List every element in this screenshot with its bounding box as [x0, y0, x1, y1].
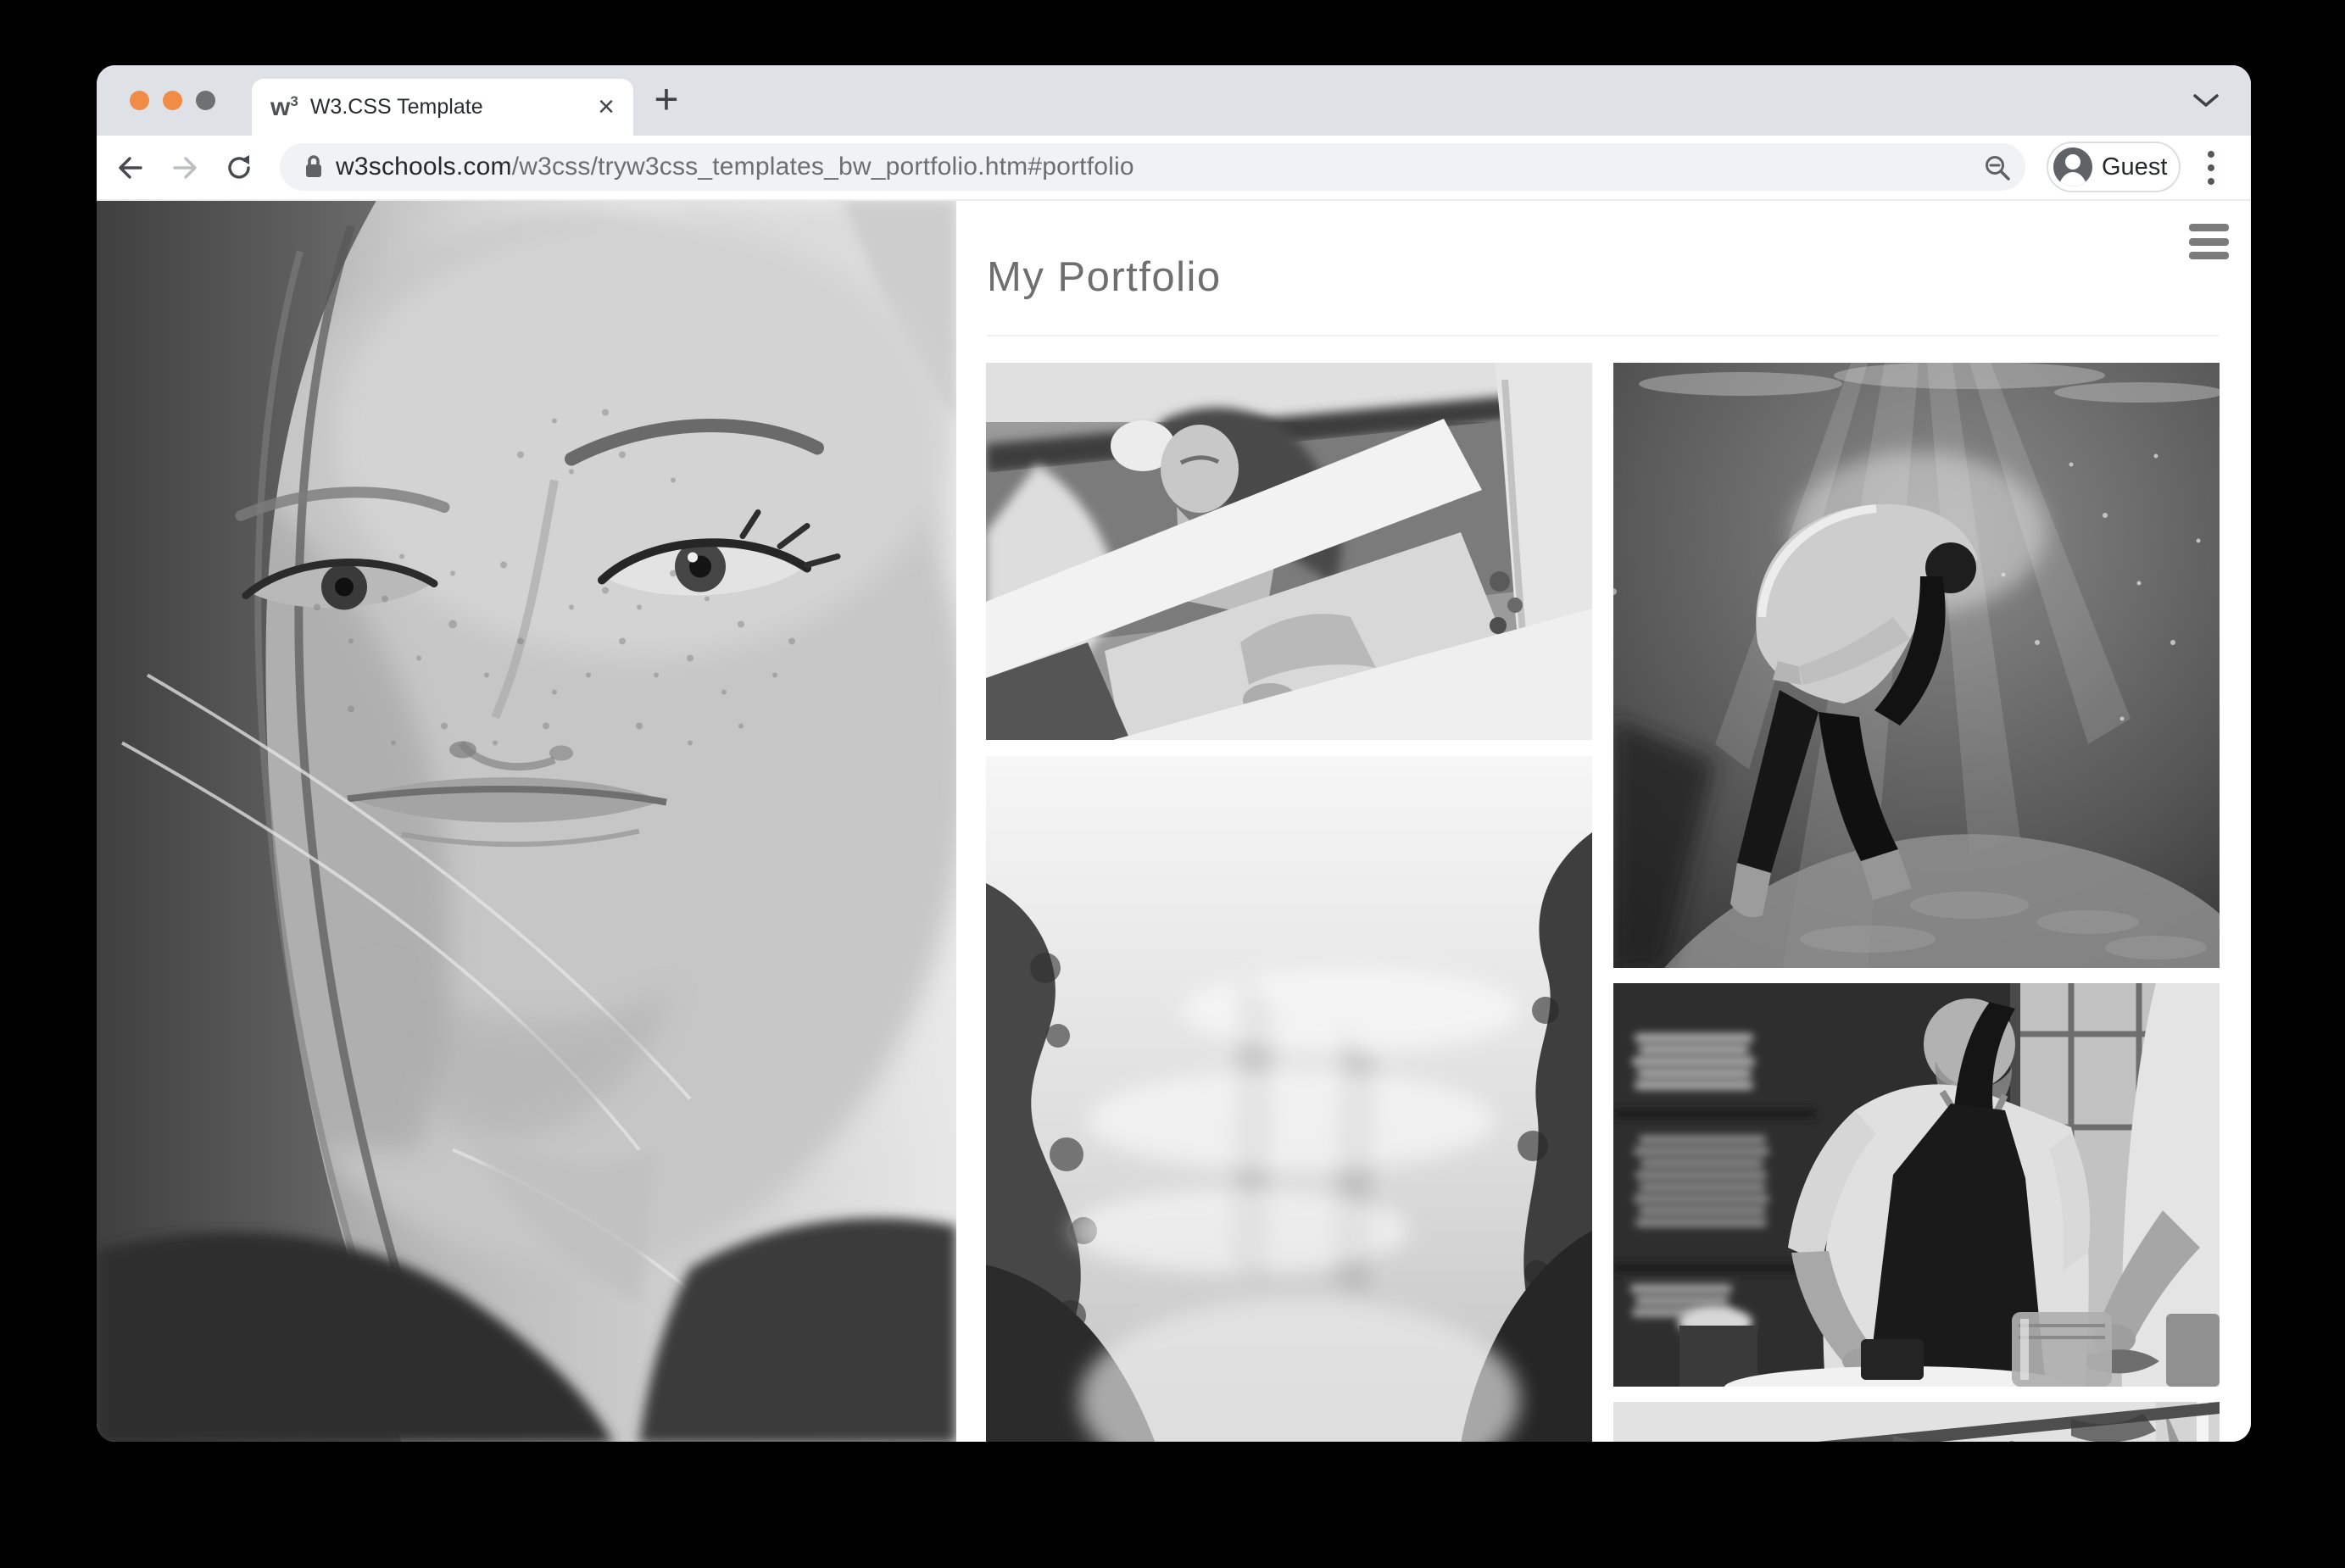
new-tab-button[interactable]: +: [644, 77, 688, 121]
portfolio-column-left: [986, 363, 1592, 1442]
hero-portrait-svg: [97, 201, 956, 1442]
browser-tab[interactable]: w3 W3.CSS Template ×: [252, 79, 633, 136]
back-button[interactable]: [114, 152, 147, 184]
reload-button[interactable]: [223, 152, 255, 184]
profile-button[interactable]: Guest: [2047, 142, 2181, 192]
browser-window: w3 W3.CSS Template × +: [97, 65, 2251, 1442]
browser-toolbar: w3schools.com/w3css/tryw3css_templates_b…: [97, 136, 2251, 201]
tab-title: W3.CSS Template: [310, 95, 483, 120]
portfolio-photo-underwater[interactable]: [1613, 363, 2220, 968]
portfolio-photo-partial[interactable]: [1613, 1402, 2220, 1442]
tab-close-icon[interactable]: ×: [598, 79, 615, 136]
glass-jar: [2012, 1312, 2112, 1387]
hero-portrait-photo: [97, 201, 956, 1442]
tab-strip: w3 W3.CSS Template × +: [97, 65, 2251, 136]
url-domain: w3schools.com: [336, 153, 512, 181]
forward-button[interactable]: [169, 152, 201, 184]
window-zoom-button[interactable]: [196, 91, 215, 110]
browser-menu-icon[interactable]: [2204, 149, 2218, 186]
window-controls: [130, 91, 215, 110]
portfolio-column-right: [1613, 363, 2220, 1442]
w3schools-favicon: w3: [270, 94, 298, 120]
page-title: My Portfolio: [987, 253, 1222, 301]
zoom-out-icon[interactable]: [1983, 153, 2012, 186]
window-minimize-button[interactable]: [163, 91, 182, 110]
page-viewport: My Portfolio: [97, 201, 2251, 1442]
portfolio-photo-wedding-car[interactable]: [986, 363, 1592, 740]
tab-search-chevron-down-icon[interactable]: [2192, 92, 2220, 114]
url-bar[interactable]: w3schools.com/w3css/tryw3css_templates_b…: [280, 143, 2025, 191]
url-path: /w3css/tryw3css_templates_bw_portfolio.h…: [512, 153, 1134, 181]
lock-icon[interactable]: [303, 153, 325, 181]
portfolio-photo-foggy-mountains[interactable]: [986, 756, 1592, 1442]
guest-avatar-icon: [2053, 147, 2092, 186]
heading-divider: [987, 335, 2219, 336]
profile-label: Guest: [2102, 153, 2167, 181]
menu-hamburger-icon[interactable]: [2189, 224, 2229, 259]
window-close-button[interactable]: [130, 91, 149, 110]
portfolio-content: My Portfolio: [956, 201, 2251, 1442]
url-text: w3schools.com/w3css/tryw3css_templates_b…: [336, 153, 1134, 181]
portfolio-photo-chef[interactable]: [1613, 983, 2220, 1387]
